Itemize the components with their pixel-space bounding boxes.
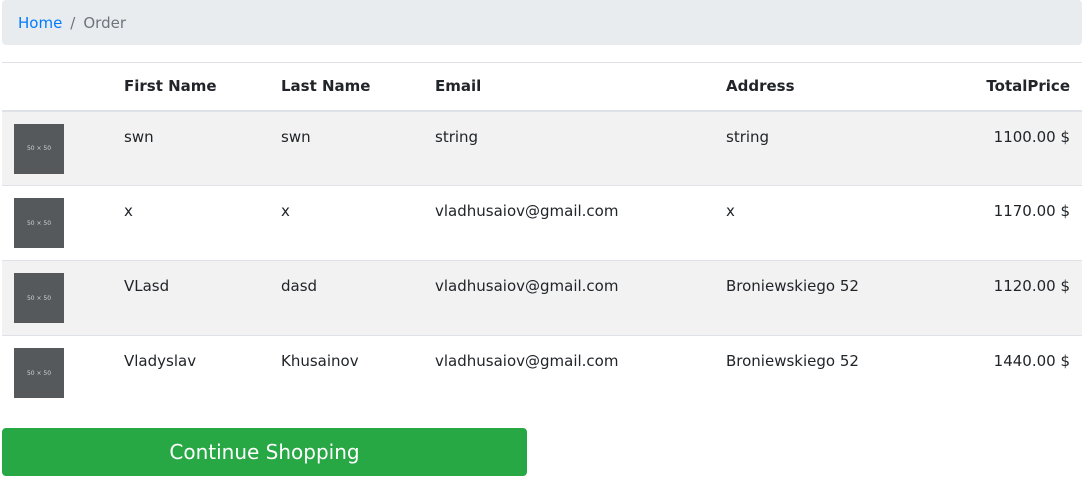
header-last-name: Last Name [269, 62, 423, 112]
table-row: 50 × 50 swn swn string string 1100.00 $ [2, 110, 1082, 186]
thumbnail-cell: 50 × 50 [2, 185, 112, 261]
breadcrumb-current: Order [83, 13, 126, 32]
first-name-cell: Vladyslav [112, 335, 269, 411]
header-first-name: First Name [112, 62, 269, 112]
first-name-cell: x [112, 185, 269, 261]
last-name-cell: x [269, 185, 423, 261]
product-thumbnail: 50 × 50 [14, 273, 64, 323]
breadcrumb-separator: / [70, 13, 76, 32]
breadcrumb: Home / Order [2, 0, 1082, 45]
email-cell: vladhusaiov@gmail.com [423, 185, 714, 261]
address-cell: Broniewskiego 52 [714, 260, 934, 336]
table-row: 50 × 50 x x vladhusaiov@gmail.com x 1170… [2, 185, 1082, 261]
product-thumbnail: 50 × 50 [14, 123, 64, 174]
last-name-cell: Khusainov [269, 335, 423, 411]
thumbnail-cell: 50 × 50 [2, 335, 112, 411]
address-cell: string [714, 110, 934, 186]
total-price-cell: 1170.00 $ [934, 185, 1082, 261]
first-name-cell: swn [112, 110, 269, 186]
thumbnail-cell: 50 × 50 [2, 260, 112, 336]
header-address: Address [714, 62, 934, 112]
header-total-price: TotalPrice [934, 62, 1082, 112]
table-header-row: First Name Last Name Email Address Total… [2, 62, 1082, 112]
header-image [2, 62, 112, 112]
total-price-cell: 1120.00 $ [934, 260, 1082, 336]
breadcrumb-home-link[interactable]: Home [18, 14, 62, 32]
thumbnail-cell: 50 × 50 [2, 110, 112, 186]
header-email: Email [423, 62, 714, 112]
last-name-cell: dasd [269, 260, 423, 336]
email-cell: string [423, 110, 714, 186]
table-row: 50 × 50 Vladyslav Khusainov vladhusaiov@… [2, 335, 1082, 411]
table-row: 50 × 50 VLasd dasd vladhusaiov@gmail.com… [2, 260, 1082, 336]
continue-shopping-button[interactable]: Continue Shopping [2, 428, 527, 476]
address-cell: Broniewskiego 52 [714, 335, 934, 411]
first-name-cell: VLasd [112, 260, 269, 336]
total-price-cell: 1440.00 $ [934, 335, 1082, 411]
product-thumbnail: 50 × 50 [14, 348, 64, 398]
orders-table: First Name Last Name Email Address Total… [2, 62, 1082, 411]
email-cell: vladhusaiov@gmail.com [423, 335, 714, 411]
email-cell: vladhusaiov@gmail.com [423, 260, 714, 336]
address-cell: x [714, 185, 934, 261]
total-price-cell: 1100.00 $ [934, 110, 1082, 186]
product-thumbnail: 50 × 50 [14, 198, 64, 248]
last-name-cell: swn [269, 110, 423, 186]
